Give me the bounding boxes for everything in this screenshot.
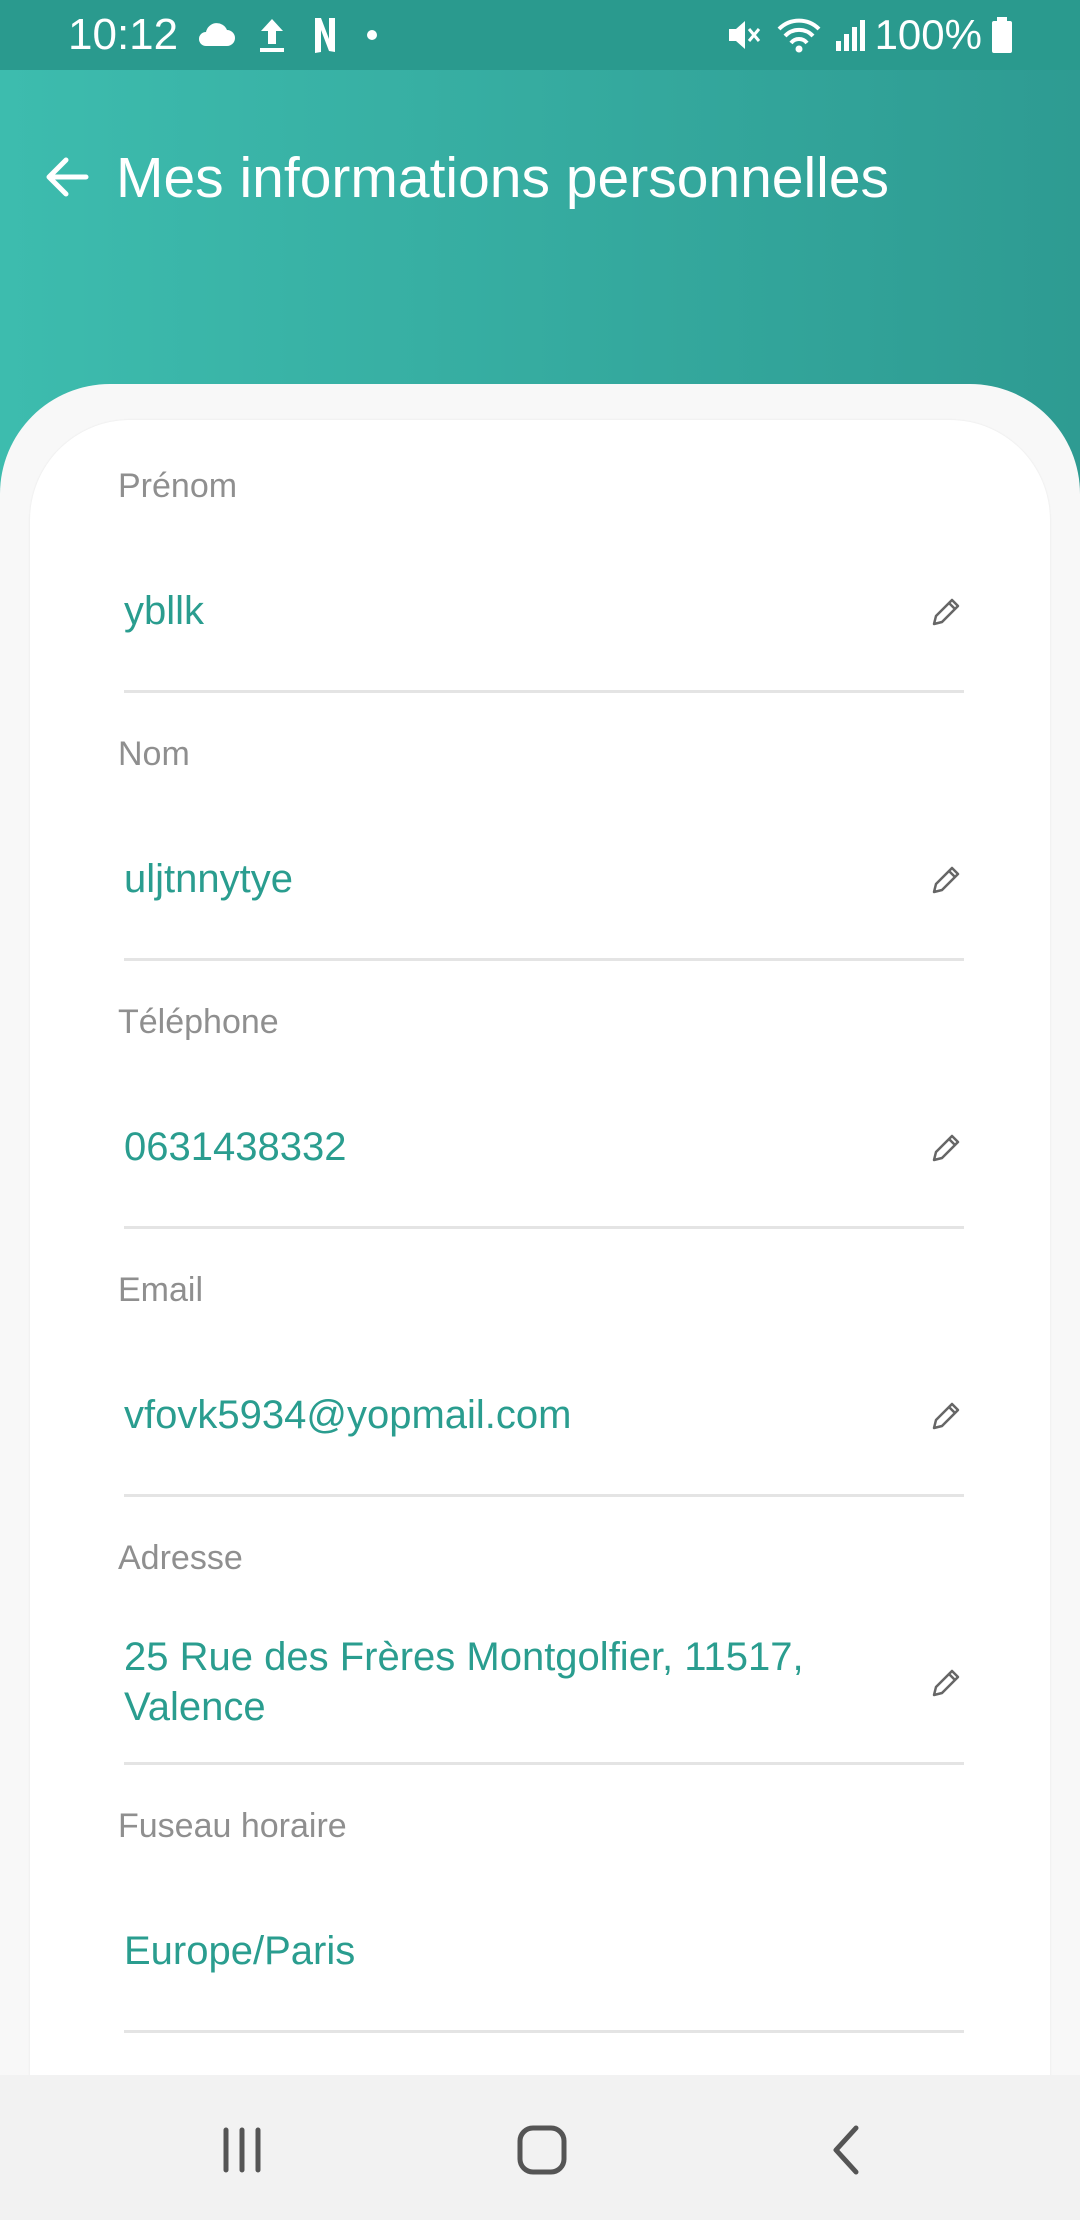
field-first-name[interactable]: Prénom ybllk <box>118 466 964 696</box>
status-time: 10:12 <box>68 10 179 59</box>
signal-icon <box>835 20 865 51</box>
field-divider <box>124 1494 964 1497</box>
battery-level: 100% <box>874 11 982 58</box>
field-value-line-1[interactable]: 25 Rue des Frères Montgolfier, 11517, <box>124 1632 884 1682</box>
wifi-icon <box>777 18 821 53</box>
field-label: Nom <box>118 735 190 773</box>
status-right-icons: 100% <box>725 10 1014 60</box>
field-divider <box>124 2030 964 2033</box>
field-label: Adresse <box>118 1539 243 1577</box>
field-divider <box>124 958 964 961</box>
recent-apps-icon[interactable] <box>202 2115 282 2185</box>
field-email[interactable]: Email vfovk5934@yopmail.com <box>118 1270 964 1500</box>
field-label: Fuseau horaire <box>118 1807 347 1845</box>
mute-icon <box>728 21 760 49</box>
edit-pencil-icon[interactable] <box>928 1665 964 1701</box>
cloud-icon <box>199 23 235 46</box>
battery-icon <box>992 17 1012 53</box>
field-label: Téléphone <box>118 1003 279 1041</box>
field-phone[interactable]: Téléphone 0631438332 <box>118 1002 964 1232</box>
status-bar: 10:12 100% <box>0 0 1080 70</box>
nav-back-icon[interactable] <box>806 2115 886 2185</box>
edit-pencil-icon[interactable] <box>928 862 964 898</box>
field-divider <box>124 690 964 693</box>
field-value-line-2[interactable]: Valence <box>124 1682 884 1732</box>
field-last-name[interactable]: Nom uljtnnytye <box>118 734 964 964</box>
netflix-icon <box>315 18 335 53</box>
field-value[interactable]: Europe/Paris <box>124 1926 884 1976</box>
edit-pencil-icon[interactable] <box>928 594 964 630</box>
status-left-icons <box>196 10 378 60</box>
upload-icon <box>260 19 284 52</box>
back-arrow-icon[interactable] <box>38 145 102 209</box>
home-icon[interactable] <box>502 2115 582 2185</box>
field-label: Email <box>118 1271 204 1309</box>
field-value[interactable]: vfovk5934@yopmail.com <box>124 1390 884 1440</box>
field-value[interactable]: ybllk <box>124 586 884 636</box>
field-divider <box>124 1762 964 1765</box>
field-timezone[interactable]: Fuseau horaire Europe/Paris <box>118 1806 964 2036</box>
edit-pencil-icon[interactable] <box>928 1130 964 1166</box>
field-label: Prénom <box>118 467 238 505</box>
edit-pencil-icon[interactable] <box>928 1398 964 1434</box>
field-divider <box>124 1226 964 1229</box>
field-address[interactable]: Adresse 25 Rue des Frères Montgolfier, 1… <box>118 1538 964 1768</box>
page-title: Mes informations personnelles <box>116 146 890 210</box>
dot-icon <box>367 30 377 40</box>
navigation-bar <box>0 2075 1080 2220</box>
field-value[interactable]: 0631438332 <box>124 1122 884 1172</box>
field-value[interactable]: uljtnnytye <box>124 854 884 904</box>
